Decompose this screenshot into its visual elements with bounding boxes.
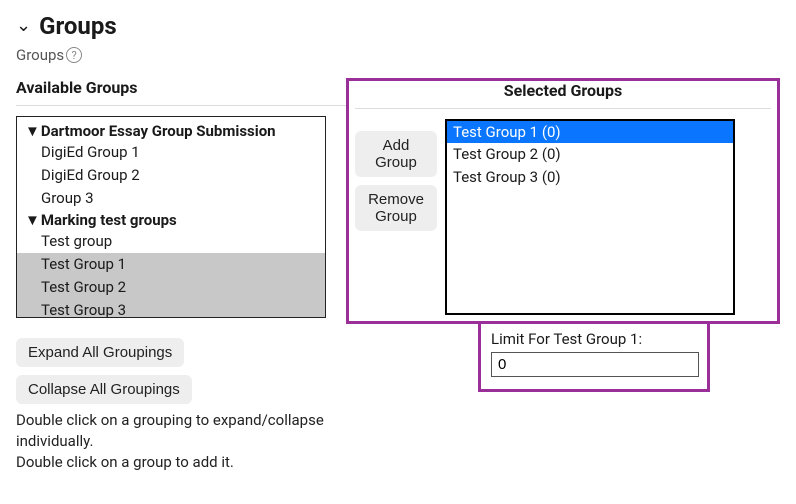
- grouping-header[interactable]: ▼Dartmoor Essay Group Submission: [17, 121, 325, 141]
- available-groups-listbox[interactable]: ▼Dartmoor Essay Group SubmissionDigiEd G…: [16, 116, 326, 318]
- selected-groups-column: Selected GroupsAdd GroupRemove GroupTest…: [346, 78, 780, 392]
- selected-highlight-box: Selected GroupsAdd GroupRemove GroupTest…: [346, 78, 780, 324]
- section-title: Groups: [39, 12, 117, 40]
- selected-group-item[interactable]: Test Group 1 (0): [447, 121, 733, 143]
- available-heading: Available Groups: [16, 78, 346, 101]
- collapse-all-button[interactable]: Collapse All Groupings: [16, 375, 192, 404]
- available-group-item[interactable]: Test Group 1: [17, 253, 325, 276]
- limit-input[interactable]: [491, 352, 699, 377]
- grouping-header[interactable]: ▼Marking test groups: [17, 210, 325, 230]
- expand-all-button[interactable]: Expand All Groupings: [16, 338, 184, 367]
- remove-group-button[interactable]: Remove Group: [355, 185, 437, 231]
- add-group-button[interactable]: Add Group: [355, 131, 437, 177]
- available-group-item[interactable]: Group 3: [17, 187, 325, 210]
- available-groups-column: Available Groups ▼Dartmoor Essay Group S…: [16, 78, 346, 473]
- limit-label: Limit For Test Group 1:: [491, 330, 697, 348]
- available-group-item[interactable]: Test Group 2: [17, 276, 325, 299]
- selected-group-item[interactable]: Test Group 2 (0): [447, 143, 733, 165]
- hint-line-2: Double click on a group to add it.: [16, 452, 346, 473]
- chevron-down-icon: ⌄: [16, 17, 31, 35]
- hint-line-1: Double click on a grouping to expand/col…: [16, 410, 346, 452]
- transfer-buttons: Add Group Remove Group: [355, 119, 437, 231]
- available-group-item[interactable]: DigiEd Group 2: [17, 164, 325, 187]
- selected-group-item[interactable]: Test Group 3 (0): [447, 166, 733, 188]
- limit-box: Limit For Test Group 1:: [478, 324, 710, 392]
- selected-groups-listbox[interactable]: Test Group 1 (0)Test Group 2 (0)Test Gro…: [445, 119, 735, 315]
- grouping-buttons: Expand All Groupings Collapse All Groupi…: [16, 330, 346, 404]
- groups-sublabel: Groups ?: [16, 46, 780, 64]
- triangle-down-icon: ▼: [25, 211, 40, 229]
- divider: [16, 105, 346, 106]
- triangle-down-icon: ▼: [25, 122, 40, 140]
- selected-heading: Selected Groups: [355, 81, 771, 104]
- sublabel-text: Groups: [16, 46, 64, 64]
- available-group-item[interactable]: DigiEd Group 1: [17, 141, 325, 164]
- help-icon[interactable]: ?: [66, 47, 82, 63]
- available-group-item[interactable]: Test group: [17, 230, 325, 253]
- divider: [355, 108, 771, 109]
- section-header[interactable]: ⌄ Groups: [16, 12, 780, 40]
- available-group-item[interactable]: Test Group 3: [17, 299, 325, 318]
